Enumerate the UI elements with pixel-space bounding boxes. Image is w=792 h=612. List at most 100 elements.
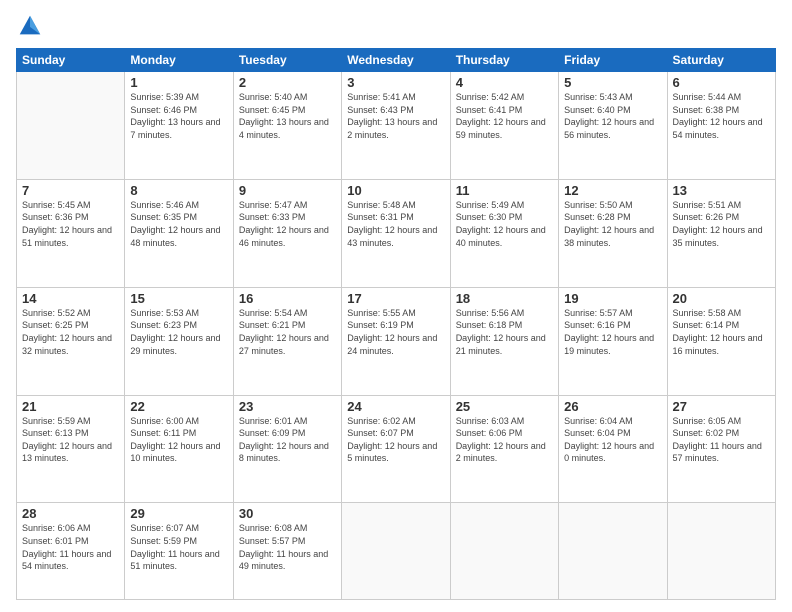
day-number: 8 (130, 183, 227, 198)
weekday-header-friday: Friday (559, 49, 667, 72)
calendar-cell: 6 Sunrise: 5:44 AM Sunset: 6:38 PM Dayli… (667, 72, 775, 180)
calendar-cell: 16 Sunrise: 5:54 AM Sunset: 6:21 PM Dayl… (233, 287, 341, 395)
calendar-cell: 13 Sunrise: 5:51 AM Sunset: 6:26 PM Dayl… (667, 179, 775, 287)
calendar-cell: 9 Sunrise: 5:47 AM Sunset: 6:33 PM Dayli… (233, 179, 341, 287)
calendar-cell (17, 72, 125, 180)
weekday-header-sunday: Sunday (17, 49, 125, 72)
day-info: Sunrise: 5:52 AM Sunset: 6:25 PM Dayligh… (22, 307, 119, 357)
day-number: 2 (239, 75, 336, 90)
day-info: Sunrise: 5:57 AM Sunset: 6:16 PM Dayligh… (564, 307, 661, 357)
day-info: Sunrise: 5:59 AM Sunset: 6:13 PM Dayligh… (22, 415, 119, 465)
calendar-cell: 17 Sunrise: 5:55 AM Sunset: 6:19 PM Dayl… (342, 287, 450, 395)
day-number: 19 (564, 291, 661, 306)
calendar-cell (342, 503, 450, 600)
calendar-cell: 14 Sunrise: 5:52 AM Sunset: 6:25 PM Dayl… (17, 287, 125, 395)
day-info: Sunrise: 5:42 AM Sunset: 6:41 PM Dayligh… (456, 91, 553, 141)
week-row-4: 21 Sunrise: 5:59 AM Sunset: 6:13 PM Dayl… (17, 395, 776, 503)
day-number: 18 (456, 291, 553, 306)
day-number: 25 (456, 399, 553, 414)
day-info: Sunrise: 6:01 AM Sunset: 6:09 PM Dayligh… (239, 415, 336, 465)
day-number: 27 (673, 399, 770, 414)
day-number: 24 (347, 399, 444, 414)
day-number: 16 (239, 291, 336, 306)
calendar-cell: 29 Sunrise: 6:07 AM Sunset: 5:59 PM Dayl… (125, 503, 233, 600)
week-row-2: 7 Sunrise: 5:45 AM Sunset: 6:36 PM Dayli… (17, 179, 776, 287)
calendar-cell: 24 Sunrise: 6:02 AM Sunset: 6:07 PM Dayl… (342, 395, 450, 503)
calendar-cell (450, 503, 558, 600)
day-number: 12 (564, 183, 661, 198)
calendar-cell: 22 Sunrise: 6:00 AM Sunset: 6:11 PM Dayl… (125, 395, 233, 503)
day-number: 26 (564, 399, 661, 414)
day-info: Sunrise: 5:58 AM Sunset: 6:14 PM Dayligh… (673, 307, 770, 357)
day-number: 30 (239, 506, 336, 521)
day-info: Sunrise: 6:05 AM Sunset: 6:02 PM Dayligh… (673, 415, 770, 465)
day-info: Sunrise: 5:45 AM Sunset: 6:36 PM Dayligh… (22, 199, 119, 249)
calendar-table: SundayMondayTuesdayWednesdayThursdayFrid… (16, 48, 776, 600)
day-info: Sunrise: 6:07 AM Sunset: 5:59 PM Dayligh… (130, 522, 227, 572)
day-info: Sunrise: 5:43 AM Sunset: 6:40 PM Dayligh… (564, 91, 661, 141)
day-info: Sunrise: 5:48 AM Sunset: 6:31 PM Dayligh… (347, 199, 444, 249)
day-number: 15 (130, 291, 227, 306)
day-number: 3 (347, 75, 444, 90)
header (16, 12, 776, 40)
calendar-cell: 10 Sunrise: 5:48 AM Sunset: 6:31 PM Dayl… (342, 179, 450, 287)
day-number: 13 (673, 183, 770, 198)
day-info: Sunrise: 5:39 AM Sunset: 6:46 PM Dayligh… (130, 91, 227, 141)
day-info: Sunrise: 5:51 AM Sunset: 6:26 PM Dayligh… (673, 199, 770, 249)
calendar-cell (559, 503, 667, 600)
calendar-cell: 19 Sunrise: 5:57 AM Sunset: 6:16 PM Dayl… (559, 287, 667, 395)
day-number: 14 (22, 291, 119, 306)
day-info: Sunrise: 5:47 AM Sunset: 6:33 PM Dayligh… (239, 199, 336, 249)
day-info: Sunrise: 5:56 AM Sunset: 6:18 PM Dayligh… (456, 307, 553, 357)
day-number: 21 (22, 399, 119, 414)
day-info: Sunrise: 5:46 AM Sunset: 6:35 PM Dayligh… (130, 199, 227, 249)
day-info: Sunrise: 5:44 AM Sunset: 6:38 PM Dayligh… (673, 91, 770, 141)
day-info: Sunrise: 5:50 AM Sunset: 6:28 PM Dayligh… (564, 199, 661, 249)
day-info: Sunrise: 6:04 AM Sunset: 6:04 PM Dayligh… (564, 415, 661, 465)
calendar-cell: 1 Sunrise: 5:39 AM Sunset: 6:46 PM Dayli… (125, 72, 233, 180)
day-number: 22 (130, 399, 227, 414)
calendar-cell: 8 Sunrise: 5:46 AM Sunset: 6:35 PM Dayli… (125, 179, 233, 287)
day-number: 7 (22, 183, 119, 198)
day-info: Sunrise: 6:03 AM Sunset: 6:06 PM Dayligh… (456, 415, 553, 465)
day-info: Sunrise: 6:06 AM Sunset: 6:01 PM Dayligh… (22, 522, 119, 572)
weekday-header-thursday: Thursday (450, 49, 558, 72)
day-info: Sunrise: 5:40 AM Sunset: 6:45 PM Dayligh… (239, 91, 336, 141)
day-number: 28 (22, 506, 119, 521)
calendar-cell: 26 Sunrise: 6:04 AM Sunset: 6:04 PM Dayl… (559, 395, 667, 503)
page: SundayMondayTuesdayWednesdayThursdayFrid… (0, 0, 792, 612)
day-number: 1 (130, 75, 227, 90)
day-number: 23 (239, 399, 336, 414)
day-info: Sunrise: 6:08 AM Sunset: 5:57 PM Dayligh… (239, 522, 336, 572)
calendar-cell: 30 Sunrise: 6:08 AM Sunset: 5:57 PM Dayl… (233, 503, 341, 600)
calendar-cell (667, 503, 775, 600)
day-info: Sunrise: 5:49 AM Sunset: 6:30 PM Dayligh… (456, 199, 553, 249)
day-number: 17 (347, 291, 444, 306)
calendar-cell: 15 Sunrise: 5:53 AM Sunset: 6:23 PM Dayl… (125, 287, 233, 395)
day-number: 29 (130, 506, 227, 521)
weekday-header-tuesday: Tuesday (233, 49, 341, 72)
weekday-header-monday: Monday (125, 49, 233, 72)
week-row-3: 14 Sunrise: 5:52 AM Sunset: 6:25 PM Dayl… (17, 287, 776, 395)
logo (16, 12, 48, 40)
day-number: 20 (673, 291, 770, 306)
calendar-cell: 20 Sunrise: 5:58 AM Sunset: 6:14 PM Dayl… (667, 287, 775, 395)
weekday-header-row: SundayMondayTuesdayWednesdayThursdayFrid… (17, 49, 776, 72)
day-info: Sunrise: 5:54 AM Sunset: 6:21 PM Dayligh… (239, 307, 336, 357)
calendar-cell: 4 Sunrise: 5:42 AM Sunset: 6:41 PM Dayli… (450, 72, 558, 180)
day-info: Sunrise: 5:41 AM Sunset: 6:43 PM Dayligh… (347, 91, 444, 141)
week-row-1: 1 Sunrise: 5:39 AM Sunset: 6:46 PM Dayli… (17, 72, 776, 180)
logo-icon (16, 12, 44, 40)
day-info: Sunrise: 6:02 AM Sunset: 6:07 PM Dayligh… (347, 415, 444, 465)
calendar-cell: 3 Sunrise: 5:41 AM Sunset: 6:43 PM Dayli… (342, 72, 450, 180)
day-number: 6 (673, 75, 770, 90)
weekday-header-wednesday: Wednesday (342, 49, 450, 72)
calendar-cell: 23 Sunrise: 6:01 AM Sunset: 6:09 PM Dayl… (233, 395, 341, 503)
calendar-cell: 12 Sunrise: 5:50 AM Sunset: 6:28 PM Dayl… (559, 179, 667, 287)
week-row-5: 28 Sunrise: 6:06 AM Sunset: 6:01 PM Dayl… (17, 503, 776, 600)
calendar-cell: 2 Sunrise: 5:40 AM Sunset: 6:45 PM Dayli… (233, 72, 341, 180)
calendar-cell: 11 Sunrise: 5:49 AM Sunset: 6:30 PM Dayl… (450, 179, 558, 287)
calendar-cell: 18 Sunrise: 5:56 AM Sunset: 6:18 PM Dayl… (450, 287, 558, 395)
calendar-cell: 7 Sunrise: 5:45 AM Sunset: 6:36 PM Dayli… (17, 179, 125, 287)
day-info: Sunrise: 6:00 AM Sunset: 6:11 PM Dayligh… (130, 415, 227, 465)
